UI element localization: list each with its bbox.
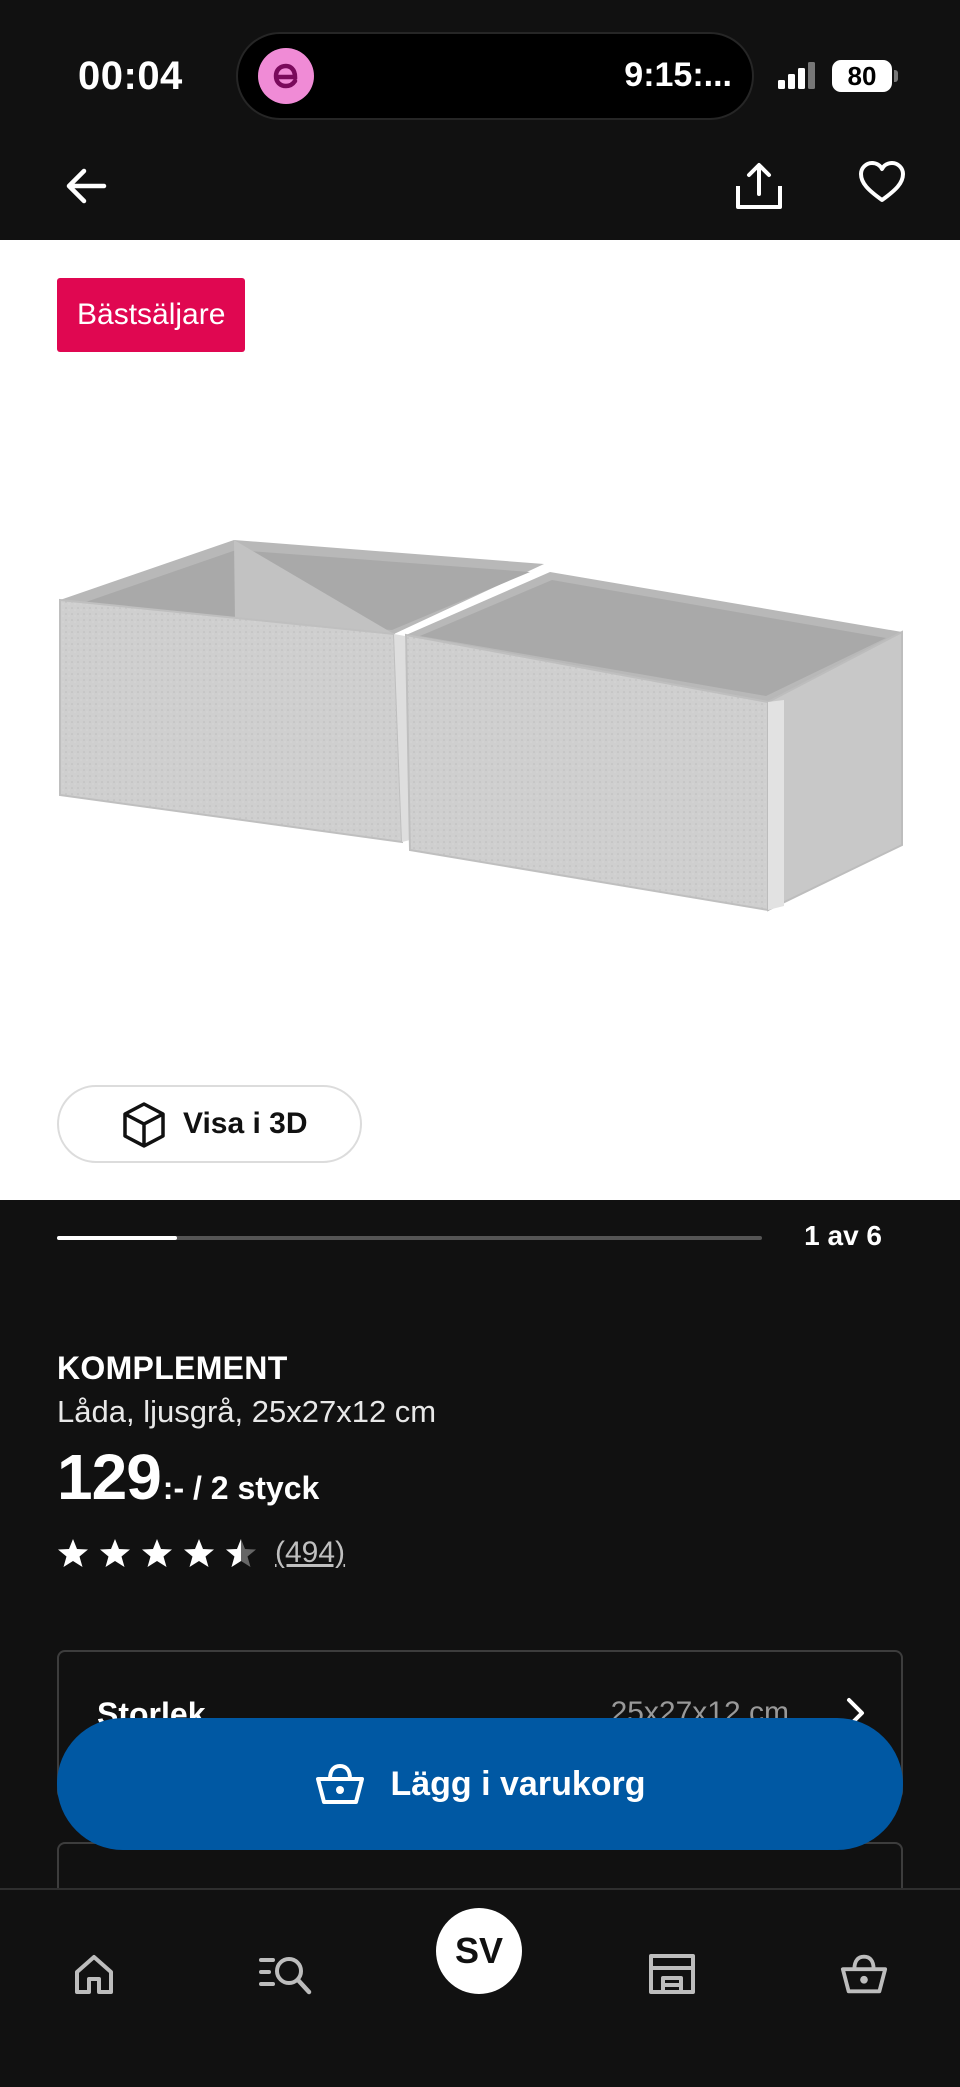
star-icon [58, 1539, 88, 1567]
nav-search[interactable] [258, 1946, 314, 2002]
review-count-link[interactable]: (494) [275, 1536, 345, 1570]
dynamic-island[interactable]: 9:15:... [236, 32, 754, 120]
status-clock: 00:04 [78, 54, 183, 98]
battery-icon: 80 [832, 60, 892, 92]
bestseller-badge: Bästsäljare [57, 278, 246, 352]
gallery-progress-fill [57, 1236, 177, 1240]
star-icon [184, 1539, 214, 1567]
favorite-button[interactable] [858, 160, 910, 212]
price-unit: :- / 2 styck [162, 1470, 320, 1506]
view-3d-button[interactable]: Visa i 3D [57, 1085, 362, 1163]
product-image[interactable] [40, 540, 910, 935]
gallery-counter: 1 av 6 [804, 1220, 882, 1251]
arrow-left-icon [66, 168, 107, 204]
add-to-cart-label: Lägg i varukorg [390, 1764, 646, 1803]
share-button[interactable] [732, 160, 786, 214]
cube-icon [123, 1102, 165, 1148]
product-name: KOMPLEMENT [57, 1350, 288, 1386]
gallery-progress [57, 1236, 762, 1240]
product-gallery[interactable]: Bästsäljare Visa i 3D [0, 240, 960, 1200]
star-icon [100, 1539, 130, 1567]
signal-icon [778, 62, 818, 95]
product-price: 129 :- / 2 styck [57, 1440, 319, 1514]
star-icon [142, 1539, 172, 1567]
nav-basket[interactable] [836, 1946, 892, 2002]
island-timer: 9:15:... [624, 56, 732, 94]
search-list-icon [259, 1957, 312, 1995]
nav-home[interactable] [66, 1946, 122, 2002]
home-icon [75, 1955, 113, 1994]
app-e-icon [258, 48, 314, 104]
product-rating[interactable]: (494) [57, 1536, 345, 1570]
store-icon [649, 1954, 695, 1994]
bottom-navigation: SV [0, 1888, 960, 2087]
heart-icon [859, 161, 905, 202]
nav-stores[interactable] [644, 1946, 700, 2002]
product-description: Låda, ljusgrå, 25x27x12 cm [57, 1394, 437, 1429]
price-value: 129 [57, 1441, 162, 1513]
basket-icon [840, 1954, 888, 1994]
back-button[interactable] [60, 160, 112, 212]
share-icon [736, 163, 782, 209]
nav-profile-avatar[interactable]: SV [436, 1908, 522, 1994]
status-bar: 00:04 9:15:... 80 [0, 0, 960, 150]
add-to-cart-button[interactable]: Lägg i varukorg [57, 1718, 903, 1850]
basket-icon [316, 1763, 365, 1804]
half-star-icon [226, 1539, 256, 1567]
view-3d-label: Visa i 3D [183, 1107, 308, 1140]
battery-tip [894, 70, 898, 82]
